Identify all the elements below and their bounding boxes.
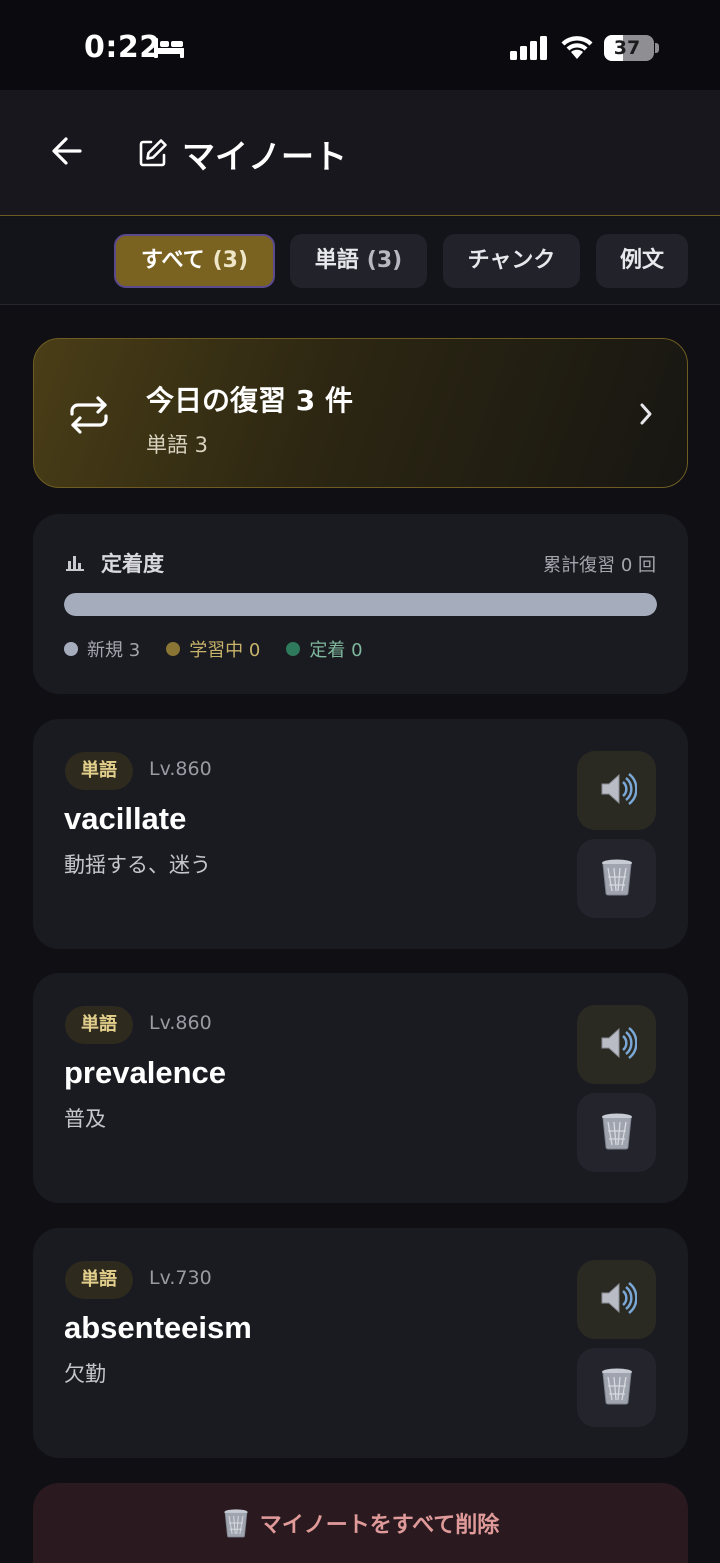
word-card: 単語 Lv.860 vacillate 動揺する、迷う bbox=[33, 719, 688, 949]
speaker-icon bbox=[597, 1278, 638, 1322]
trash-icon bbox=[222, 1507, 250, 1539]
delete-all-label: マイノートをすべて削除 bbox=[259, 1513, 500, 1538]
back-arrow-icon[interactable] bbox=[50, 134, 84, 172]
total-reviews: 累計復習 0 回 bbox=[543, 555, 656, 576]
wifi-icon bbox=[560, 34, 594, 64]
legend-learning-label: 学習中 0 bbox=[189, 640, 261, 661]
delete-button[interactable] bbox=[577, 1348, 656, 1427]
word-term: prevalence bbox=[64, 1055, 226, 1090]
word-level: Lv.860 bbox=[149, 758, 212, 780]
tab-all[interactable]: すべて (3) bbox=[114, 234, 275, 288]
speak-button[interactable] bbox=[577, 1005, 656, 1084]
word-card: 単語 Lv.730 absenteeism 欠勤 bbox=[33, 1228, 688, 1458]
delete-button[interactable] bbox=[577, 1093, 656, 1172]
page-title: マイノート bbox=[182, 137, 347, 176]
battery-nub bbox=[655, 43, 659, 53]
status-time: 0:22 bbox=[84, 30, 161, 65]
speaker-icon bbox=[597, 769, 638, 813]
retention-progress-bar bbox=[64, 593, 657, 616]
status-bar: 0:22 37 bbox=[0, 0, 720, 90]
word-term: vacillate bbox=[64, 801, 187, 836]
repeat-icon bbox=[68, 395, 110, 439]
tab-all-count: (3) bbox=[212, 248, 248, 273]
retention-progress-fill bbox=[64, 593, 657, 616]
word-level: Lv.730 bbox=[149, 1267, 212, 1289]
trash-icon bbox=[599, 1111, 635, 1155]
retention-title: 定着度 bbox=[101, 552, 164, 576]
word-type-badge: 単語 bbox=[65, 1261, 133, 1299]
speak-button[interactable] bbox=[577, 751, 656, 830]
speaker-icon bbox=[597, 1023, 638, 1067]
review-title: 今日の復習 3 件 bbox=[146, 384, 353, 417]
tab-sentences-label: 例文 bbox=[619, 248, 664, 273]
legend-dot-new bbox=[64, 642, 78, 656]
edit-note-icon bbox=[138, 138, 168, 172]
tab-sentences[interactable]: 例文 bbox=[596, 234, 688, 288]
word-type-badge: 単語 bbox=[65, 752, 133, 790]
delete-all-button[interactable]: マイノートをすべて削除 bbox=[33, 1483, 688, 1563]
tab-words-label: 単語 bbox=[314, 248, 359, 273]
word-type-badge: 単語 bbox=[65, 1006, 133, 1044]
tab-chunks-label: チャンク bbox=[467, 248, 556, 273]
legend-dot-mastered bbox=[286, 642, 301, 656]
chevron-right-icon bbox=[639, 402, 653, 430]
trash-icon bbox=[599, 857, 635, 901]
speak-button[interactable] bbox=[577, 1260, 656, 1339]
battery-icon: 37 bbox=[604, 35, 654, 61]
legend-new: 新規 3 bbox=[64, 636, 140, 662]
word-card: 単語 Lv.860 prevalence 普及 bbox=[33, 973, 688, 1203]
tab-words-count: (3) bbox=[366, 248, 403, 273]
sleep-bed-icon bbox=[152, 36, 186, 64]
word-meaning: 普及 bbox=[64, 1107, 106, 1131]
word-level: Lv.860 bbox=[149, 1012, 212, 1034]
filter-tabs: すべて (3) 単語 (3) チャンク 例文 bbox=[0, 217, 720, 305]
retention-legend: 新規 3 学習中 0 定着 0 bbox=[64, 636, 363, 662]
tab-all-label: すべて bbox=[140, 248, 205, 273]
retention-card: 定着度 累計復習 0 回 新規 3 学習中 0 定着 0 bbox=[33, 514, 688, 694]
delete-button[interactable] bbox=[577, 839, 656, 918]
tab-words[interactable]: 単語 (3) bbox=[290, 234, 427, 288]
header: マイノート bbox=[0, 90, 720, 216]
review-subtitle: 単語 3 bbox=[146, 433, 209, 457]
bar-chart-icon bbox=[65, 552, 85, 576]
word-term: absenteeism bbox=[64, 1310, 252, 1345]
legend-mastered: 定着 0 bbox=[286, 636, 363, 662]
battery-level: 37 bbox=[613, 37, 641, 59]
word-meaning: 動揺する、迷う bbox=[64, 853, 211, 877]
legend-new-label: 新規 3 bbox=[87, 640, 141, 661]
word-meaning: 欠勤 bbox=[64, 1362, 106, 1386]
tab-chunks[interactable]: チャンク bbox=[443, 234, 580, 288]
todays-review-card[interactable]: 今日の復習 3 件 単語 3 bbox=[33, 338, 688, 488]
cellular-signal-icon bbox=[510, 36, 550, 64]
legend-dot-learning bbox=[166, 642, 181, 656]
legend-mastered-label: 定着 0 bbox=[309, 640, 363, 661]
legend-learning: 学習中 0 bbox=[166, 636, 260, 662]
trash-icon bbox=[599, 1366, 635, 1410]
